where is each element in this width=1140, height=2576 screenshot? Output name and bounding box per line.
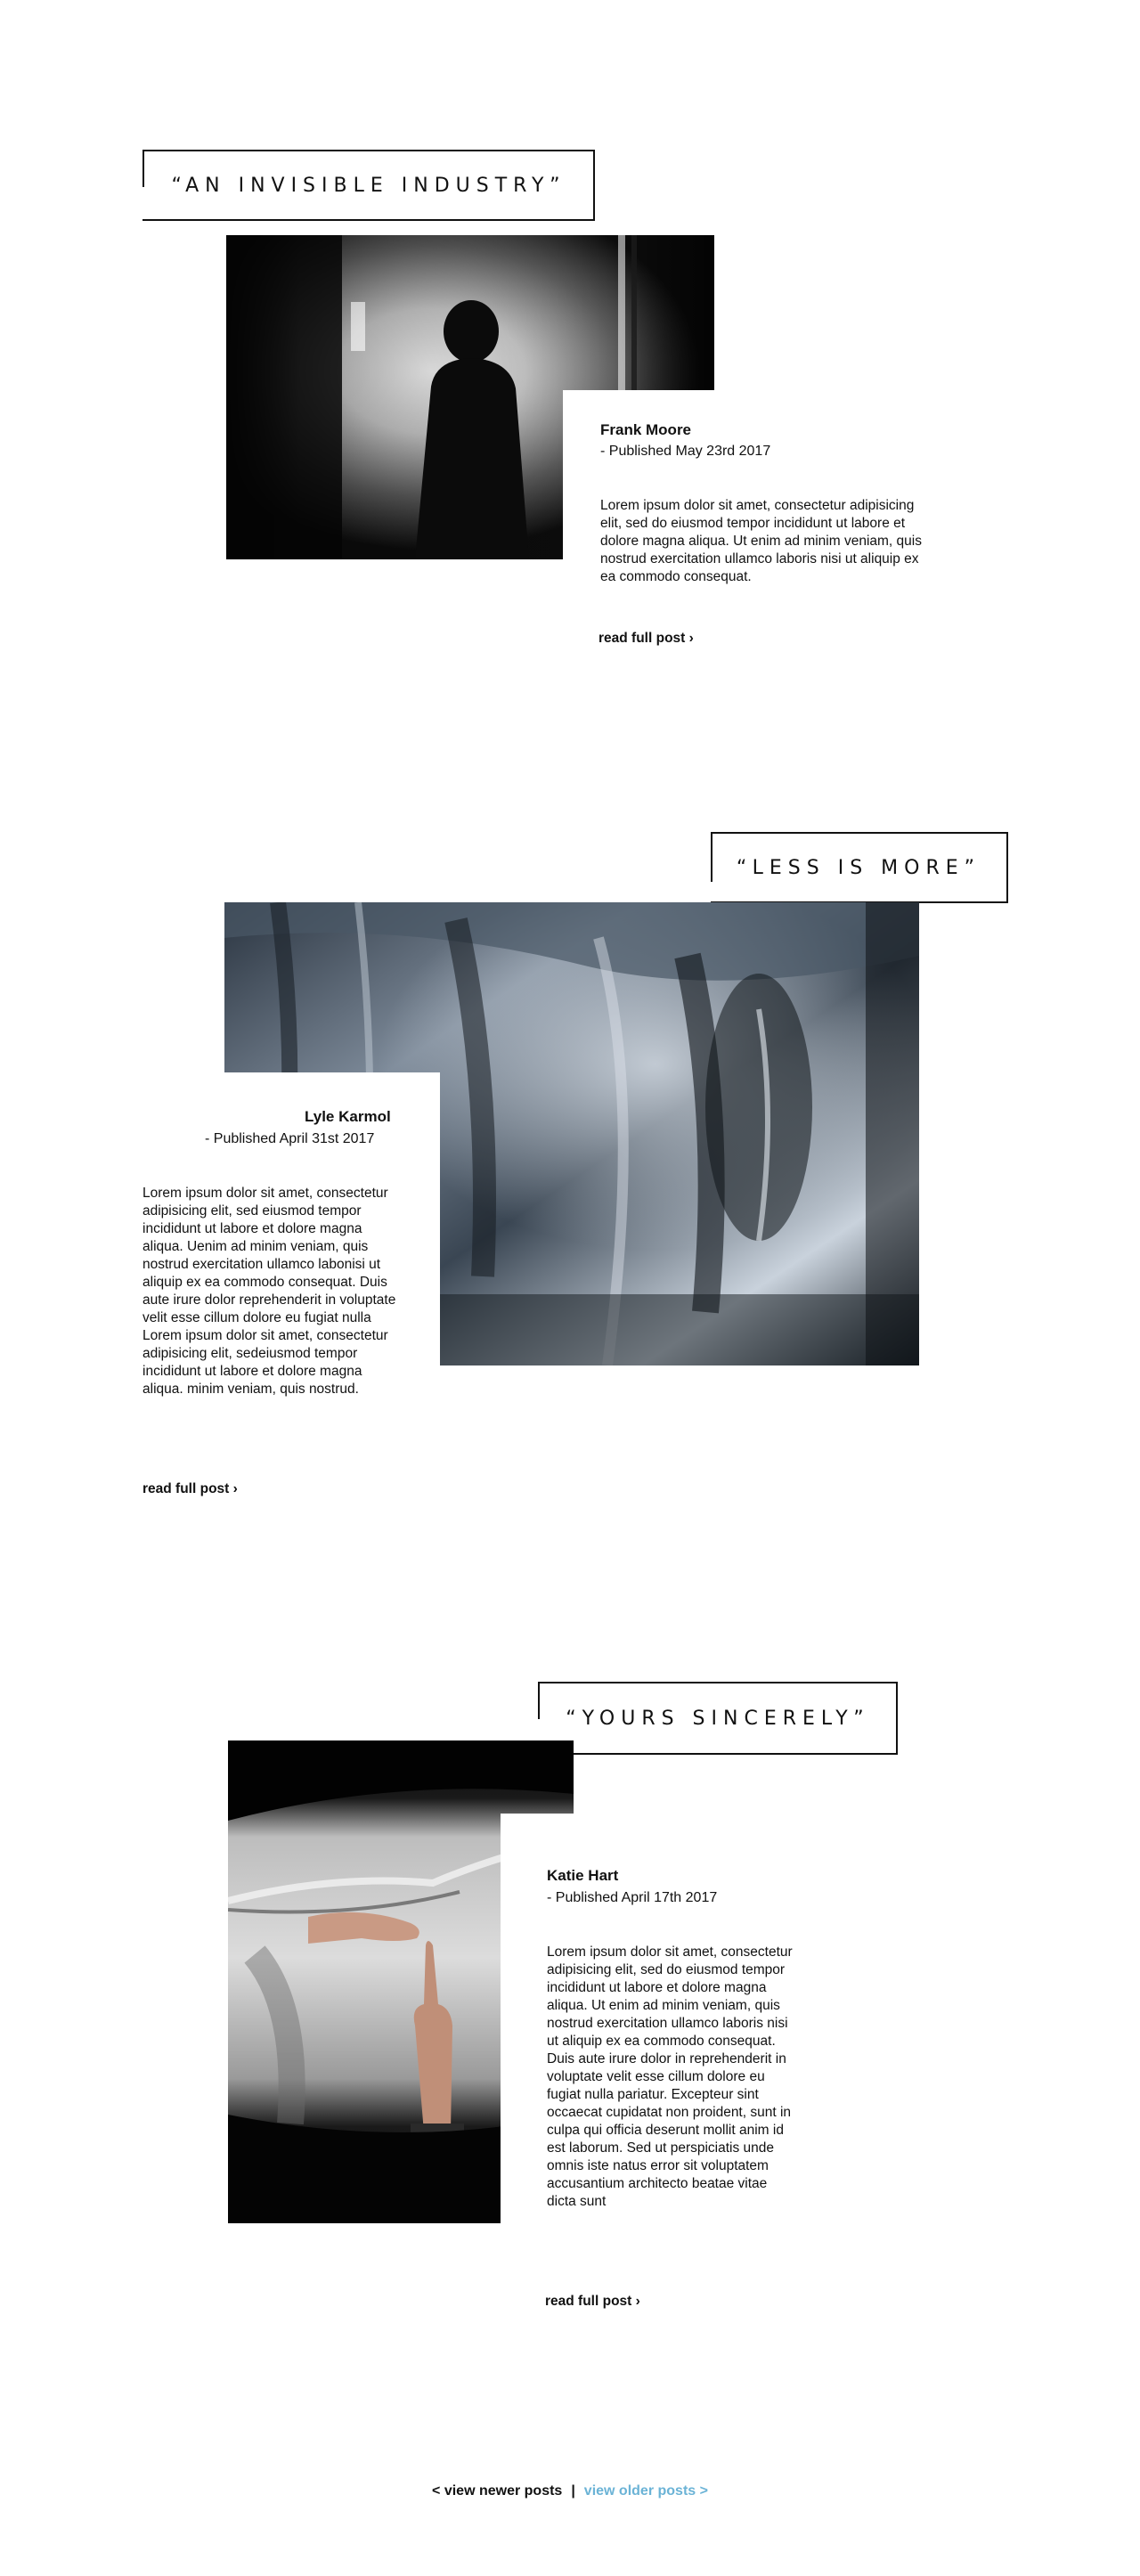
view-older-posts-link[interactable]: view older posts >: [584, 2483, 708, 2499]
pagination-separator: |: [571, 2483, 575, 2499]
post-title-box: “LESS IS MORE”: [711, 832, 1008, 903]
view-newer-posts-link[interactable]: < view newer posts: [432, 2483, 562, 2499]
author-name: Katie Hart: [547, 1867, 619, 1884]
author-name: Frank Moore: [600, 421, 692, 438]
publish-date: - Published April 31st 2017: [205, 1131, 375, 1146]
post-title: “LESS IS MORE”: [736, 856, 981, 879]
post-excerpt: Lorem ipsum dolor sit amet, consectetur …: [142, 1186, 396, 1397]
post-excerpt: Lorem ipsum dolor sit amet, consectetur …: [600, 498, 922, 584]
post-title-box: “AN INVISIBLE INDUSTRY”: [142, 150, 595, 221]
publish-date: - Published April 17th 2017: [547, 1890, 718, 1905]
publish-date: - Published May 23rd 2017: [600, 444, 771, 459]
post-title-box: “YOURS SINCERELY”: [538, 1682, 898, 1755]
read-full-post-link[interactable]: read full post ›: [142, 1481, 238, 1497]
read-full-post-link[interactable]: read full post ›: [545, 2294, 640, 2310]
post-title: “YOURS SINCERELY”: [566, 1707, 870, 1730]
post-title: “AN INVISIBLE INDUSTRY”: [171, 174, 566, 197]
author-name: Lyle Karmol: [305, 1108, 391, 1125]
post-excerpt: Lorem ipsum dolor sit amet, consectetur …: [547, 1944, 793, 2209]
pagination: < view newer posts | view older posts >: [0, 2483, 1140, 2499]
read-full-post-link[interactable]: read full post ›: [598, 631, 694, 647]
